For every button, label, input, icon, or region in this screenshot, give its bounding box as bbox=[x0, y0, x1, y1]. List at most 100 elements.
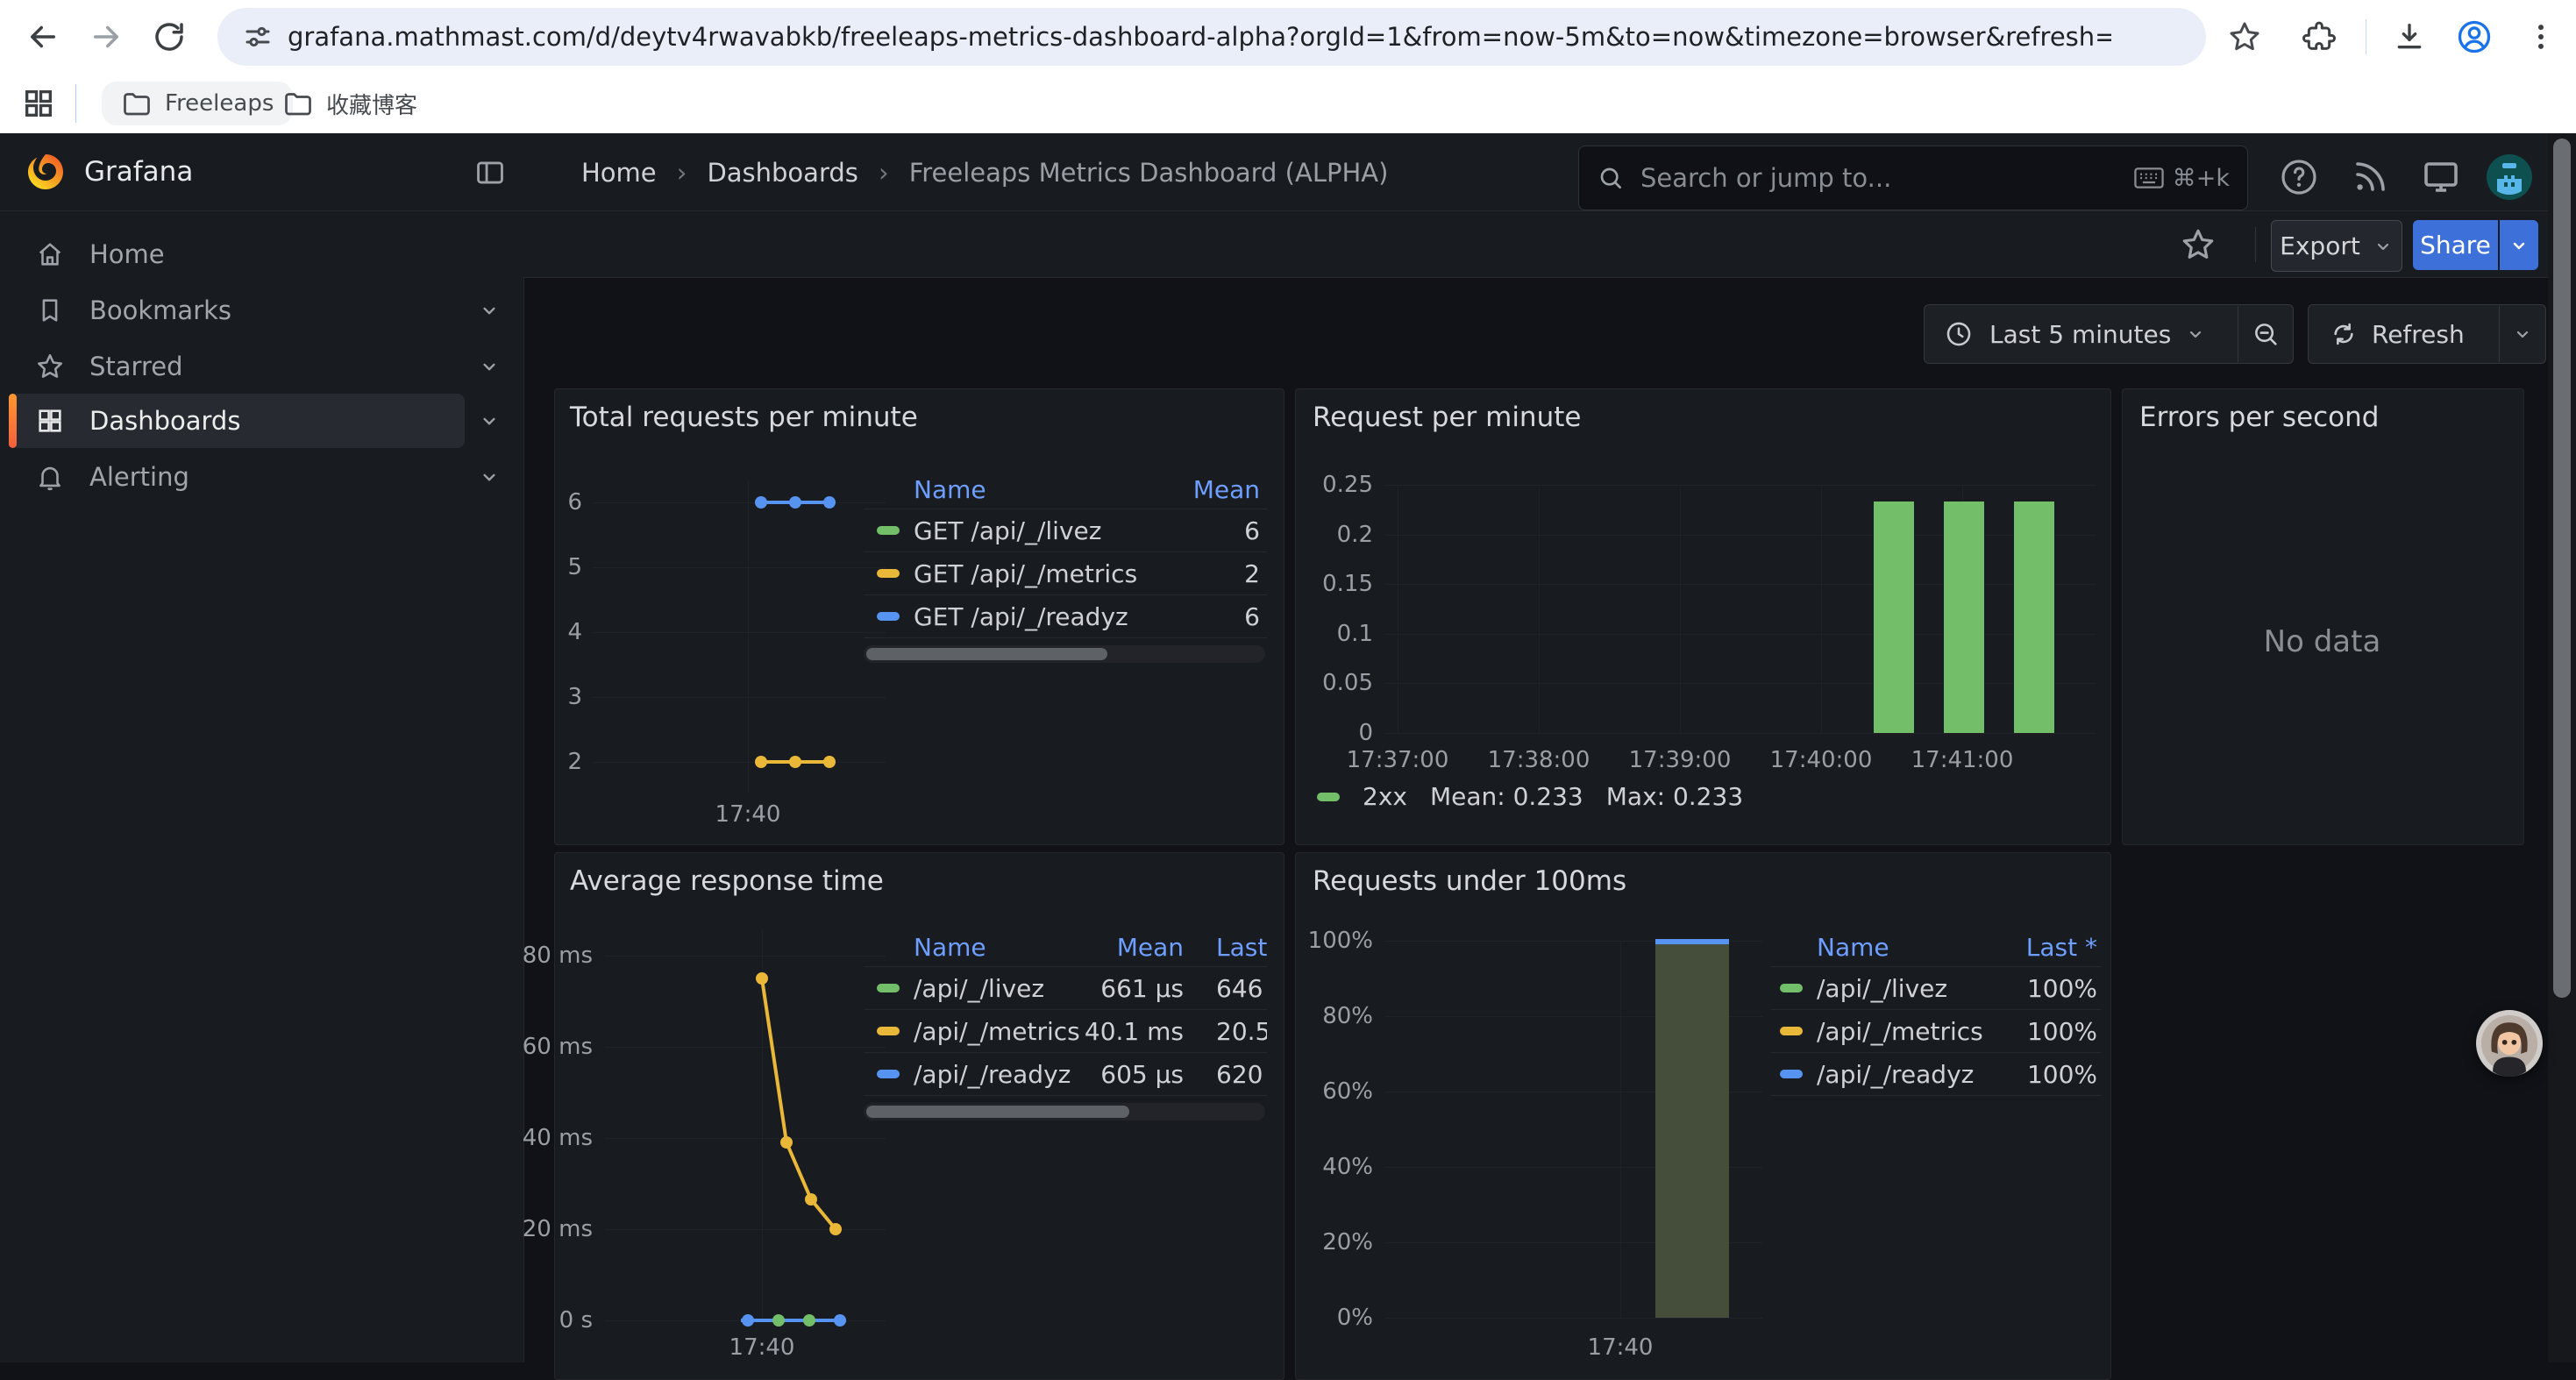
no-data-message: No data bbox=[2122, 624, 2523, 659]
data-point bbox=[789, 496, 801, 509]
grafana-logo-icon[interactable] bbox=[25, 151, 67, 193]
panel-title[interactable]: Average response time bbox=[570, 865, 884, 897]
y-tick: 60% bbox=[1285, 1078, 1373, 1106]
monitor-icon[interactable] bbox=[2420, 156, 2462, 198]
legend-series-label[interactable]: 2xx bbox=[1363, 782, 1407, 811]
mean-column-header[interactable]: Mean bbox=[1078, 933, 1184, 962]
series-color-pill bbox=[877, 526, 900, 535]
share-caret-button[interactable] bbox=[2500, 220, 2538, 270]
sidebar-item-starred[interactable]: Starred bbox=[0, 339, 523, 394]
series-name[interactable]: GET /api/_/readyz bbox=[914, 602, 1128, 631]
bookmark-star-icon[interactable] bbox=[2227, 19, 2262, 54]
legend-row[interactable]: GET /api/_/livez 6 bbox=[864, 509, 1267, 552]
downloads-icon[interactable] bbox=[2392, 19, 2427, 54]
breadcrumb-current: Freeleaps Metrics Dashboard (ALPHA) bbox=[909, 158, 1389, 188]
series-name[interactable]: /api/_/metrics bbox=[914, 1017, 1080, 1046]
apps-grid-icon[interactable] bbox=[21, 86, 56, 121]
y-tick: 100% bbox=[1285, 927, 1373, 955]
legend-row[interactable]: /api/_/livez 100% bbox=[1771, 967, 2101, 1010]
refresh-label: Refresh bbox=[2372, 320, 2465, 349]
sidebar-item-alerting[interactable]: Alerting bbox=[0, 450, 523, 504]
series-name[interactable]: GET /api/_/livez bbox=[914, 516, 1101, 545]
grafana-brand[interactable]: Grafana bbox=[84, 156, 193, 188]
chevron-down-icon bbox=[2185, 324, 2206, 345]
series-name[interactable]: /api/_/metrics bbox=[1817, 1017, 1983, 1046]
zoom-out-button[interactable] bbox=[2238, 305, 2293, 363]
user-avatar[interactable] bbox=[2487, 154, 2532, 200]
series-name[interactable]: /api/_/readyz bbox=[1817, 1060, 1974, 1089]
time-range-picker[interactable]: Last 5 minutes bbox=[1925, 305, 2238, 363]
actions-divider bbox=[2255, 227, 2256, 262]
search-box[interactable]: ⌘+k bbox=[1578, 146, 2248, 210]
panel-title[interactable]: Request per minute bbox=[1313, 402, 1581, 433]
chevron-down-icon[interactable] bbox=[478, 355, 501, 378]
url-input[interactable] bbox=[286, 21, 2113, 53]
breadcrumb-dashboards[interactable]: Dashboards bbox=[707, 158, 857, 188]
sidebar-item-bookmarks[interactable]: Bookmarks bbox=[0, 283, 523, 338]
gridline bbox=[593, 762, 886, 763]
favorite-star-icon[interactable] bbox=[2180, 226, 2217, 263]
search-input[interactable] bbox=[1639, 162, 2134, 194]
refresh-interval-caret[interactable] bbox=[2500, 305, 2545, 363]
refresh-button[interactable]: Refresh bbox=[2309, 305, 2499, 363]
legend-row[interactable]: /api/_/metrics 100% bbox=[1771, 1010, 2101, 1053]
menu-kebab-icon[interactable] bbox=[2523, 19, 2558, 54]
reload-icon[interactable] bbox=[151, 18, 188, 55]
breadcrumb: Home › Dashboards › Freeleaps Metrics Da… bbox=[581, 158, 1388, 188]
legend-row[interactable]: GET /api/_/metrics 2 bbox=[864, 552, 1267, 595]
extensions-icon[interactable] bbox=[2302, 19, 2337, 54]
bookmark-folder-freeleaps[interactable]: Freeleaps bbox=[102, 82, 293, 125]
table-scrollbar-thumb[interactable] bbox=[866, 648, 1107, 660]
last-column-header[interactable]: Last * bbox=[1216, 933, 1267, 962]
url-bar[interactable] bbox=[217, 8, 2206, 66]
help-icon[interactable] bbox=[2278, 156, 2320, 198]
search-icon bbox=[1597, 164, 1625, 192]
profile-icon[interactable] bbox=[2455, 18, 2494, 56]
page-scrollbar-thumb[interactable] bbox=[2553, 139, 2571, 998]
legend-row[interactable]: /api/_/livez 661 µs 646 µs bbox=[864, 967, 1267, 1010]
series-mean: 40.1 ms bbox=[1078, 1017, 1184, 1046]
chevron-down-icon[interactable] bbox=[478, 466, 501, 488]
panel-title[interactable]: Total requests per minute bbox=[570, 402, 918, 433]
table-scrollbar-thumb[interactable] bbox=[866, 1106, 1129, 1118]
rss-news-icon[interactable] bbox=[2349, 156, 2391, 198]
x-tick: 17:38:00 bbox=[1469, 746, 1609, 774]
export-button[interactable]: Export bbox=[2271, 220, 2402, 272]
series-name[interactable]: /api/_/livez bbox=[914, 974, 1044, 1003]
area-fill-100pct bbox=[1655, 944, 1729, 1318]
name-column-header[interactable]: Name bbox=[914, 933, 986, 962]
series-name[interactable]: /api/_/readyz bbox=[914, 1060, 1071, 1089]
breadcrumb-home[interactable]: Home bbox=[581, 158, 657, 188]
sidebar-item-home[interactable]: Home bbox=[0, 227, 523, 281]
bell-icon bbox=[35, 462, 65, 492]
name-column-header[interactable]: Name bbox=[1817, 933, 1889, 962]
name-column-header[interactable]: Name bbox=[914, 475, 986, 504]
panel-title[interactable]: Errors per second bbox=[2139, 402, 2379, 433]
legend-row[interactable]: GET /api/_/readyz 6 bbox=[864, 595, 1267, 638]
bookmarks-divider bbox=[75, 84, 76, 123]
series-last: 100% bbox=[2027, 1017, 2097, 1046]
legend-row[interactable]: /api/_/readyz 100% bbox=[1771, 1053, 2101, 1096]
collapse-sidebar-icon[interactable] bbox=[473, 156, 507, 189]
legend-row[interactable]: /api/_/readyz 605 µs 620 µs bbox=[864, 1053, 1267, 1096]
bar-2xx bbox=[2014, 501, 2054, 733]
assistant-avatar[interactable] bbox=[2476, 1010, 2543, 1077]
panel-title[interactable]: Requests under 100ms bbox=[1313, 865, 1626, 897]
bookmark-folder-blogs[interactable]: 收藏博客 bbox=[282, 82, 417, 125]
share-button[interactable]: Share bbox=[2413, 220, 2498, 270]
chevron-down-icon[interactable] bbox=[478, 299, 501, 322]
series-name[interactable]: GET /api/_/metrics bbox=[914, 559, 1137, 588]
site-settings-icon[interactable] bbox=[242, 21, 274, 53]
forward-icon[interactable] bbox=[88, 18, 125, 55]
series-name[interactable]: /api/_/livez bbox=[1817, 974, 1947, 1003]
mean-column-header[interactable]: Mean bbox=[1193, 475, 1260, 504]
panel-request-per-minute bbox=[1295, 388, 2111, 845]
last-column-header[interactable]: Last * bbox=[2026, 933, 2097, 962]
back-icon[interactable] bbox=[25, 18, 61, 55]
sidebar-item-dashboards[interactable]: Dashboards bbox=[0, 394, 523, 448]
bar-2xx bbox=[1874, 501, 1914, 733]
legend-row[interactable]: /api/_/metrics 40.1 ms 20.5 ms bbox=[864, 1010, 1267, 1053]
legend-2xx[interactable]: 2xx Mean: 0.233 Max: 0.233 bbox=[1317, 782, 1743, 811]
series-mean: 6 bbox=[1244, 516, 1260, 545]
chevron-down-icon[interactable] bbox=[478, 409, 501, 432]
